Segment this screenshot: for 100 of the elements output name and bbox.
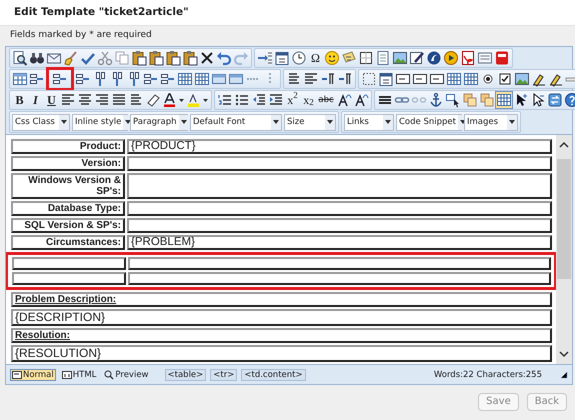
table-cell[interactable] [127, 201, 552, 216]
image-icon[interactable] [392, 50, 408, 66]
table-cell[interactable]: {PROBLEM} [127, 235, 552, 250]
clipboard-icon[interactable] [165, 50, 181, 66]
scroll-up-icon[interactable] [559, 141, 569, 150]
bold-button[interactable]: B [12, 92, 27, 108]
magnifier-icon[interactable] [12, 50, 28, 66]
format-button[interactable]: x$^{2}$ [285, 92, 300, 108]
table-cell[interactable] [12, 272, 126, 286]
table-cell[interactable]: Product: [11, 139, 125, 154]
play-icon[interactable] [443, 50, 459, 66]
dropdown[interactable]: Images [464, 114, 518, 131]
table-cell[interactable]: Resolution: [11, 328, 552, 344]
resize-grip-icon[interactable] [560, 370, 568, 379]
caret-icon [271, 114, 281, 130]
pencil-icon[interactable] [409, 50, 425, 66]
swap-icon[interactable] [547, 92, 563, 108]
dropdown[interactable]: Links [344, 114, 394, 131]
caret-icon [507, 114, 517, 130]
image-icon[interactable] [514, 70, 530, 87]
underline-button[interactable]: U [44, 92, 59, 108]
table-cell[interactable] [127, 156, 552, 172]
magnifier-icon [104, 370, 114, 380]
table-cell[interactable] [128, 257, 551, 270]
undo-icon[interactable] [216, 50, 232, 66]
dropdown[interactable]: Default Font [190, 114, 282, 131]
calendar-icon[interactable] [274, 50, 290, 66]
table-cell[interactable]: Windows Version & SP's: [11, 173, 125, 200]
dropdown[interactable]: Css Class [12, 114, 70, 131]
caret-icon [178, 114, 189, 130]
grid-icon[interactable] [446, 70, 462, 87]
breadcrumb-tag[interactable]: <table> [164, 368, 206, 381]
caret-icon [59, 114, 69, 130]
help-icon[interactable] [564, 92, 575, 108]
delete-icon[interactable] [199, 50, 215, 66]
grid-icon[interactable] [194, 70, 210, 87]
table-cell[interactable] [12, 257, 126, 270]
dashed-box-icon[interactable] [361, 70, 377, 87]
paragraph-direction-icon[interactable] [337, 70, 353, 87]
breadcrumb-tag[interactable]: <td.content> [241, 368, 306, 381]
grid-icon[interactable] [177, 70, 193, 87]
table-icon[interactable] [12, 70, 28, 87]
grid-icon[interactable] [496, 92, 512, 108]
font-size-icon[interactable] [353, 92, 369, 108]
table-cell[interactable] [128, 272, 551, 286]
table-cell[interactable]: Problem Description: [11, 292, 552, 308]
table-cell[interactable]: Version: [11, 156, 125, 172]
scroll-down-icon[interactable] [559, 350, 569, 358]
font-size-icon[interactable] [336, 92, 352, 108]
paragraph-lines-icon[interactable] [286, 70, 302, 87]
caret-icon [325, 114, 335, 130]
strikethrough-button[interactable]: abc [317, 92, 335, 108]
table-cell[interactable] [127, 218, 552, 234]
layers-icon[interactable] [479, 92, 495, 108]
clipboard-icon[interactable] [182, 50, 198, 66]
format-button[interactable]: x$_{2}$ [301, 92, 316, 108]
scissors-icon[interactable] [97, 50, 113, 66]
dropdown[interactable]: Paragraph [130, 114, 188, 131]
clock-icon[interactable] [291, 50, 307, 66]
brush-icon[interactable] [63, 50, 79, 66]
table-cell[interactable]: Circumstances: [11, 235, 125, 250]
caret-icon [383, 114, 393, 130]
font-color-icon[interactable] [162, 92, 178, 108]
paragraph-direction-icon[interactable] [320, 70, 336, 87]
mode-tab[interactable]: HTML [60, 368, 98, 381]
pdf-document-icon[interactable] [460, 50, 476, 66]
table-cell[interactable]: {DESCRIPTION} [11, 309, 552, 326]
word-count: Words:22 Characters:255 [434, 370, 542, 380]
table-cell[interactable] [127, 173, 552, 200]
grid-icon[interactable] [463, 70, 479, 87]
dropdown[interactable]: Size [284, 114, 336, 131]
dropdown[interactable]: Code Snippet [396, 114, 462, 131]
table-cell[interactable]: Database Type: [11, 201, 125, 216]
cursor-icon[interactable] [445, 92, 461, 108]
clipboard-icon[interactable] [131, 50, 147, 66]
anchor-icon[interactable] [428, 92, 444, 108]
format-button[interactable]: Ω [308, 50, 323, 66]
breadcrumb-tag[interactable]: <tr> [210, 368, 238, 381]
mode-tab[interactable]: Normal [10, 368, 56, 381]
dropdown[interactable]: Inline style [72, 114, 128, 131]
frame-icon[interactable] [358, 50, 374, 66]
dialog-title: Edit Template "ticket2article" [0, 0, 575, 26]
required-notice: Fields marked by * are required [9, 28, 153, 42]
highlight-color-icon[interactable] [186, 92, 202, 108]
table-cell[interactable]: {RESOLUTION} [11, 345, 552, 362]
window-icon[interactable] [477, 50, 493, 66]
arrow-lines-icon[interactable] [257, 50, 273, 66]
paragraph-lines-icon[interactable] [128, 92, 144, 108]
scrollbar[interactable] [556, 135, 572, 364]
eraser-icon[interactable] [145, 92, 161, 108]
italic-button[interactable]: I [28, 92, 43, 108]
page-icon[interactable] [375, 50, 391, 66]
table-cell[interactable]: {PRODUCT} [127, 139, 552, 154]
window-icon [62, 370, 72, 380]
clipboard-icon[interactable] [148, 50, 164, 66]
table-cell[interactable]: SQL Version & SP's: [11, 218, 125, 234]
smiley-icon[interactable] [324, 50, 340, 66]
calendar-icon[interactable] [378, 70, 394, 87]
checkbox-icon[interactable] [497, 70, 513, 87]
mode-tab[interactable]: Preview [102, 368, 151, 381]
